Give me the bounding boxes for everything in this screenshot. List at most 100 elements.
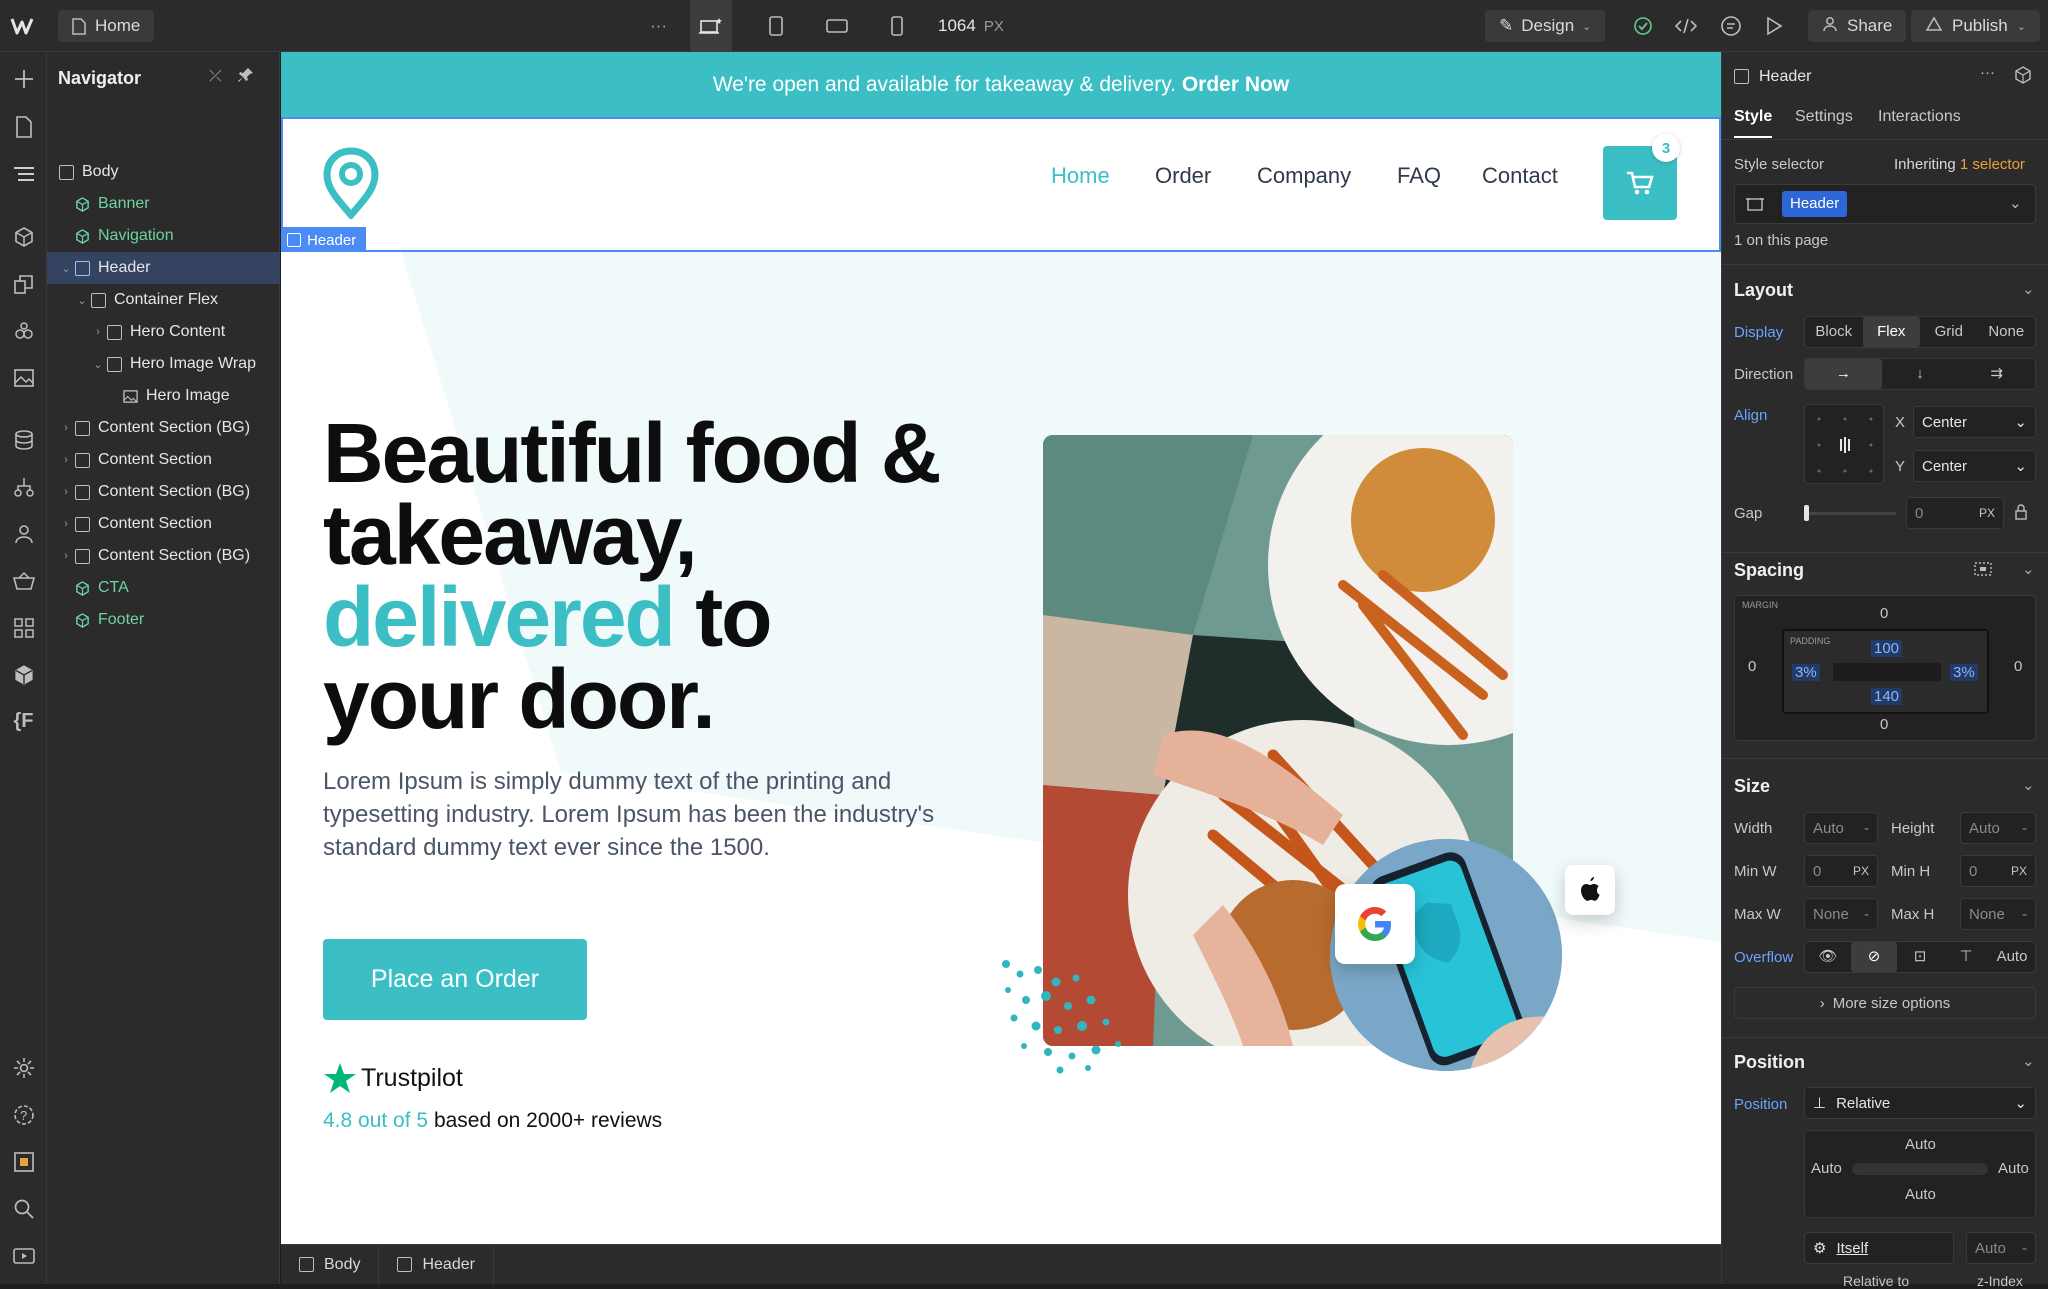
ecommerce-basket-icon[interactable]: [8, 565, 39, 596]
place-order-button[interactable]: Place an Order: [323, 939, 587, 1020]
spacing-preset-icon[interactable]: [1972, 560, 1994, 582]
nav-item-cta[interactable]: CTA: [47, 572, 280, 604]
position-select[interactable]: ⊥ Relative ⌄: [1804, 1087, 2036, 1119]
align-y-select[interactable]: Center ⌄: [1913, 450, 2036, 482]
nav-item-hero-content[interactable]: › Hero Content: [47, 316, 280, 348]
nav-item-header[interactable]: ⌄ Header: [47, 252, 280, 284]
min-width-input[interactable]: 0 PX: [1804, 855, 1878, 887]
inheriting-info[interactable]: Inheriting 1 selector: [1894, 156, 2025, 173]
gap-slider[interactable]: [1804, 512, 1896, 515]
fonts-variables-icon[interactable]: {F: [8, 706, 39, 737]
tab-settings[interactable]: Settings: [1795, 108, 1853, 126]
chevron-right-icon[interactable]: ›: [59, 422, 73, 434]
breadcrumb-body[interactable]: Body: [281, 1244, 380, 1285]
overflow-auto-option[interactable]: Auto: [1989, 942, 2035, 972]
size-title[interactable]: Size: [1734, 776, 1770, 797]
webflow-logo[interactable]: [10, 0, 38, 52]
offset-top-value[interactable]: Auto: [1905, 1136, 1936, 1153]
min-height-input[interactable]: 0 PX: [1960, 855, 2036, 887]
nav-item-body[interactable]: Body: [47, 156, 280, 188]
align-grid[interactable]: [1804, 404, 1884, 484]
pin-icon[interactable]: [237, 66, 255, 89]
nav-item-content-section[interactable]: › Content Section: [47, 444, 280, 476]
chevron-right-icon[interactable]: ›: [59, 550, 73, 562]
chevron-down-icon[interactable]: ⌄: [75, 294, 89, 307]
layout-title[interactable]: Layout: [1734, 280, 1793, 301]
height-input[interactable]: Auto -: [1960, 812, 2036, 844]
mobile-landscape-breakpoint-icon[interactable]: [826, 0, 848, 52]
clip-icon[interactable]: ⊤: [1943, 942, 1989, 972]
offset-bottom-value[interactable]: Auto: [1905, 1186, 1936, 1203]
nav-item-content-section-bg[interactable]: › Content Section (BG): [47, 412, 280, 444]
nav-item-content-section-bg[interactable]: › Content Section (BG): [47, 540, 280, 572]
nav-item-hero-image[interactable]: Hero Image: [47, 380, 280, 412]
padding-bottom-value[interactable]: 140: [1871, 688, 1903, 705]
gap-slider-handle[interactable]: [1804, 505, 1809, 521]
settings-gear-icon[interactable]: [8, 1052, 39, 1083]
more-size-options-button[interactable]: › More size options: [1734, 987, 2036, 1019]
help-icon[interactable]: ?: [8, 1099, 39, 1130]
component-create-icon[interactable]: [2014, 66, 2032, 88]
lock-icon[interactable]: [2014, 504, 2028, 524]
nav-item-banner[interactable]: Banner: [47, 188, 280, 220]
cms-database-icon[interactable]: [8, 424, 39, 455]
preview-play-icon[interactable]: [1765, 0, 1783, 52]
site-nav-order[interactable]: Order: [1155, 163, 1211, 189]
site-nav-company[interactable]: Company: [1257, 163, 1351, 189]
chevron-right-icon[interactable]: ›: [59, 454, 73, 466]
chevron-down-icon[interactable]: ⌄: [2022, 560, 2035, 578]
eye-off-icon[interactable]: ⊘: [1851, 942, 1897, 972]
share-button[interactable]: Share: [1808, 10, 1907, 42]
navigator-icon[interactable]: [8, 158, 39, 189]
desktop-star-breakpoint-icon[interactable]: [690, 0, 732, 52]
users-icon[interactable]: [8, 518, 39, 549]
mobile-portrait-breakpoint-icon[interactable]: [890, 0, 904, 52]
padding-right-value[interactable]: 3%: [1950, 664, 1978, 681]
comment-icon[interactable]: [1720, 0, 1742, 52]
box-icon[interactable]: [8, 659, 39, 690]
audit-square-icon[interactable]: [8, 1146, 39, 1177]
chevron-down-icon[interactable]: ⌄: [91, 358, 105, 371]
max-height-input[interactable]: None -: [1960, 898, 2036, 930]
margin-right-value[interactable]: 0: [2014, 658, 2022, 675]
eye-icon[interactable]: 👁: [1805, 942, 1851, 972]
margin-bottom-value[interactable]: 0: [1880, 716, 1888, 733]
arrow-down-icon[interactable]: ↓: [1882, 359, 1959, 389]
tab-style[interactable]: Style: [1734, 108, 1773, 138]
scroll-icon[interactable]: ⊡: [1897, 942, 1943, 972]
selector-field[interactable]: [1734, 184, 2036, 224]
chevron-down-icon[interactable]: ⌄: [2022, 280, 2035, 298]
offset-left-value[interactable]: Auto: [1811, 1160, 1842, 1177]
spacing-title[interactable]: Spacing: [1734, 560, 1804, 581]
chevron-down-icon[interactable]: ⌄: [2009, 194, 2022, 212]
design-canvas[interactable]: We're open and available for takeaway & …: [281, 52, 1721, 1244]
chevron-down-icon[interactable]: ⌄: [2022, 1052, 2035, 1070]
check-circle-icon[interactable]: [1633, 0, 1653, 52]
mode-dropdown[interactable]: ✎ Design ⌄: [1485, 10, 1606, 42]
tablet-breakpoint-icon[interactable]: [768, 0, 784, 52]
site-nav-home[interactable]: Home: [1051, 163, 1110, 189]
display-flex-option[interactable]: Flex: [1862, 317, 1920, 347]
nav-item-content-section[interactable]: › Content Section: [47, 508, 280, 540]
location-pin-logo[interactable]: [323, 147, 379, 224]
components-icon[interactable]: [8, 221, 39, 252]
page-selector[interactable]: Home: [58, 10, 155, 42]
chevron-right-icon[interactable]: ›: [59, 486, 73, 498]
nav-item-content-section-bg[interactable]: › Content Section (BG): [47, 476, 280, 508]
margin-top-value[interactable]: 0: [1880, 605, 1888, 622]
tab-interactions[interactable]: Interactions: [1878, 108, 1961, 126]
chevron-right-icon[interactable]: ›: [59, 518, 73, 530]
collapse-icon[interactable]: ⤫: [209, 68, 222, 86]
pages-icon[interactable]: [8, 111, 39, 142]
gap-input[interactable]: 0 PX: [1906, 497, 2004, 529]
selected-element-tag[interactable]: Header: [281, 227, 367, 253]
padding-left-value[interactable]: 3%: [1792, 664, 1820, 681]
chevron-down-icon[interactable]: ⌄: [59, 262, 73, 275]
max-width-input[interactable]: None -: [1804, 898, 1878, 930]
display-block-option[interactable]: Block: [1805, 317, 1863, 347]
padding-top-value[interactable]: 100: [1871, 640, 1903, 657]
assets-image-icon[interactable]: [8, 362, 39, 393]
display-none-option[interactable]: None: [1978, 317, 2036, 347]
z-index-input[interactable]: Auto -: [1966, 1232, 2036, 1264]
variables-drops-icon[interactable]: [8, 315, 39, 346]
